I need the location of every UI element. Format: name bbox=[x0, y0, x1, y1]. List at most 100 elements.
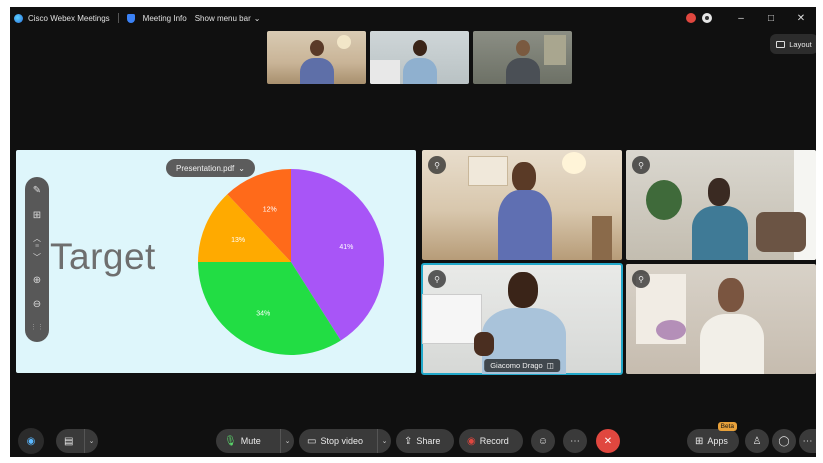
participant-thumbnail[interactable] bbox=[473, 31, 572, 84]
participant-head bbox=[718, 278, 744, 312]
participant-head bbox=[708, 178, 730, 206]
meeting-info-label: Meeting Info bbox=[142, 13, 187, 23]
pie-slice-label: 34% bbox=[256, 311, 270, 318]
mute-label: Mute bbox=[240, 436, 261, 446]
participant-video-tile[interactable]: ⚲ bbox=[422, 150, 622, 260]
thumbs-up-hand-shape bbox=[474, 332, 494, 356]
apps-label: Apps bbox=[707, 436, 728, 446]
share-icon: ⇪ bbox=[404, 435, 413, 447]
maximize-button[interactable]: □ bbox=[756, 13, 786, 24]
participant-body bbox=[700, 314, 764, 374]
record-button[interactable]: ◉ Record bbox=[459, 429, 523, 453]
close-window-button[interactable]: ✕ bbox=[786, 13, 816, 24]
pie-slice-label: 12% bbox=[263, 206, 277, 213]
annotation-toolbar: ✎ ⊞ ︿ ≡ ﹀ ⊕ ⊖ ⋮⋮ bbox=[25, 177, 49, 342]
lamp-shape bbox=[337, 35, 351, 49]
stop-video-button[interactable]: ▭ Stop video ⌄ bbox=[299, 429, 391, 453]
grid-icon[interactable]: ⊞ bbox=[25, 210, 49, 221]
smiley-icon: ☺ bbox=[537, 435, 549, 447]
drag-handle-icon[interactable]: ⋮⋮ bbox=[25, 323, 49, 331]
participant-body bbox=[506, 58, 540, 84]
shared-content-panel: Presentation.pdf ⌄ Target 41% 34% 13% 12% ✎… bbox=[16, 150, 416, 373]
share-label: Share bbox=[416, 436, 441, 446]
leave-meeting-button[interactable]: ✕ bbox=[596, 429, 620, 453]
show-menu-bar-label: Show menu bar bbox=[194, 13, 251, 23]
participants-button[interactable]: ♙ bbox=[745, 429, 769, 453]
layout-button[interactable]: Layout bbox=[770, 34, 816, 54]
meeting-controls-bar: ◉ ▤ ⌄ 🎙 Mute ⌄ ▭ Stop video ⌄ ⇪ Share ◉ … bbox=[10, 422, 816, 457]
zoom-out-icon[interactable]: ⊖ bbox=[25, 299, 49, 310]
flowers-shape bbox=[656, 320, 686, 340]
compass-icon[interactable] bbox=[702, 13, 712, 23]
webex-logo-icon bbox=[14, 13, 23, 23]
annotate-icon[interactable]: ✎ bbox=[25, 185, 49, 196]
recording-indicator-icon[interactable] bbox=[686, 13, 696, 23]
wall-board-shape bbox=[468, 156, 508, 186]
participant-video-tile[interactable]: ⚲ bbox=[626, 264, 816, 374]
mute-button[interactable]: 🎙 Mute ⌄ bbox=[216, 429, 294, 453]
more-options-button[interactable]: ⋯ bbox=[563, 429, 587, 453]
apps-grid-icon: ⊞ bbox=[695, 435, 704, 447]
captions-button[interactable]: ▤ ⌄ bbox=[56, 429, 98, 453]
participant-video-tile[interactable]: ⚲ bbox=[626, 150, 816, 260]
participant-thumbnail[interactable] bbox=[370, 31, 469, 84]
participant-head bbox=[508, 272, 538, 308]
participant-head bbox=[310, 40, 324, 56]
pin-icon[interactable]: ⚲ bbox=[428, 156, 446, 174]
participants-icon: ♙ bbox=[752, 435, 762, 447]
chat-icon: ◯ bbox=[778, 435, 790, 447]
chat-button[interactable]: ◯ bbox=[772, 429, 796, 453]
meeting-info-button[interactable]: Meeting Info bbox=[143, 14, 187, 23]
minimize-button[interactable]: – bbox=[726, 13, 756, 24]
record-icon: ◉ bbox=[467, 435, 476, 447]
participant-body bbox=[300, 58, 334, 84]
participant-body bbox=[403, 58, 437, 84]
chevron-down-icon[interactable]: ⌄ bbox=[84, 429, 98, 453]
printer-shape bbox=[370, 60, 400, 84]
layout-icon bbox=[776, 40, 786, 48]
chevron-down-icon[interactable]: ﹀ bbox=[25, 252, 49, 263]
more-panels-button[interactable]: ⋯ bbox=[799, 429, 816, 453]
cabinet-shape bbox=[544, 35, 566, 65]
pendant-lamp-shape bbox=[562, 152, 586, 174]
beta-badge: Beta bbox=[717, 422, 737, 431]
record-label: Record bbox=[479, 436, 509, 446]
shield-icon[interactable] bbox=[126, 13, 135, 23]
participant-head bbox=[516, 40, 530, 56]
webex-window: Cisco Webex Meetings Meeting Info Show m… bbox=[10, 7, 816, 457]
title-bar: Cisco Webex Meetings Meeting Info Show m… bbox=[10, 7, 816, 29]
app-title: Cisco Webex Meetings bbox=[28, 13, 110, 23]
chevron-down-icon[interactable]: ⌄ bbox=[280, 429, 294, 453]
participant-name-tag: Giacomo Drago ◫ bbox=[484, 359, 560, 372]
pie-chart: 41% 34% 13% 12% bbox=[198, 169, 384, 355]
show-menu-bar-button[interactable]: Show menu bar ⌄ bbox=[195, 14, 261, 23]
participant-body bbox=[692, 206, 748, 260]
stop-video-label: Stop video bbox=[320, 436, 363, 446]
active-speaker-tile[interactable]: ⚲ Giacomo Drago ◫ bbox=[421, 263, 623, 375]
assistant-icon: ◉ bbox=[26, 435, 36, 447]
ellipsis-icon: ⋯ bbox=[570, 435, 580, 447]
chevron-down-icon[interactable]: ⌄ bbox=[377, 429, 391, 453]
pin-icon[interactable]: ⚲ bbox=[428, 270, 446, 288]
thumbnail-strip bbox=[267, 31, 572, 84]
video-camera-icon: ▭ bbox=[307, 435, 317, 447]
plant-shape bbox=[646, 180, 682, 220]
page-indicator-icon: ≡ bbox=[34, 243, 40, 250]
webex-assistant-button[interactable]: ◉ bbox=[18, 428, 44, 454]
participant-head bbox=[512, 162, 536, 192]
pin-icon[interactable]: ⚲ bbox=[632, 270, 650, 288]
microphone-icon: 🎙 bbox=[224, 435, 237, 447]
zoom-in-icon[interactable]: ⊕ bbox=[25, 275, 49, 286]
captions-icon: ▤ bbox=[64, 435, 74, 447]
pin-icon[interactable]: ⚲ bbox=[632, 156, 650, 174]
pie-slice-label: 41% bbox=[339, 244, 353, 251]
share-button[interactable]: ⇪ Share bbox=[396, 429, 454, 453]
divider bbox=[117, 13, 119, 23]
participant-head bbox=[413, 40, 427, 56]
slide-text: Target bbox=[50, 236, 156, 277]
reactions-button[interactable]: ☺ bbox=[531, 429, 555, 453]
layout-label: Layout bbox=[789, 39, 812, 49]
participant-body bbox=[498, 190, 552, 260]
participant-thumbnail[interactable] bbox=[267, 31, 366, 84]
apps-button[interactable]: ⊞ Apps Beta bbox=[687, 422, 739, 453]
